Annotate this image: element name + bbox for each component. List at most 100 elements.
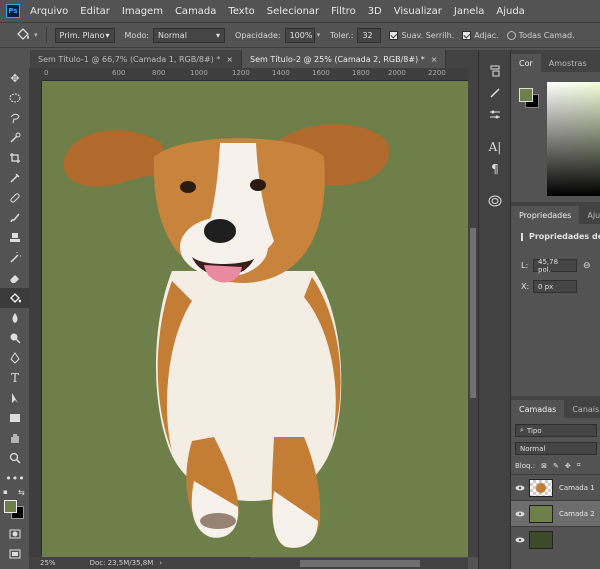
- more-tools-icon[interactable]: •••: [0, 468, 30, 488]
- lock-artboard-icon[interactable]: ⌗: [577, 461, 581, 470]
- doc-size: Doc: 23,5M/35,8M: [89, 559, 154, 567]
- contiguous-checkbox[interactable]: [462, 30, 472, 40]
- marquee-icon[interactable]: [0, 88, 30, 108]
- contiguous-label: Adjac.: [474, 30, 499, 40]
- eye-icon[interactable]: [511, 511, 529, 517]
- rectangle-icon[interactable]: [0, 408, 30, 428]
- dodge-icon[interactable]: [0, 328, 30, 348]
- layer-name: Camada 2: [559, 509, 595, 518]
- color-swatches[interactable]: ▪ ⇆: [0, 488, 30, 524]
- adjustments-icon[interactable]: [479, 104, 511, 126]
- all-layers-checkbox[interactable]: [506, 30, 516, 40]
- tab-camadas[interactable]: Camadas: [511, 400, 565, 418]
- paint-bucket-icon[interactable]: [12, 26, 34, 44]
- menu-camada[interactable]: Camada: [175, 6, 216, 17]
- ruler-tick: 800: [152, 69, 166, 77]
- beagle-image: [63, 124, 390, 548]
- pen-icon[interactable]: [0, 348, 30, 368]
- eraser-icon[interactable]: [0, 268, 30, 288]
- quick-mask-icon[interactable]: [0, 524, 30, 544]
- blur-icon[interactable]: [0, 308, 30, 328]
- menu-editar[interactable]: Editar: [80, 6, 110, 17]
- menu-ajuda[interactable]: Ajuda: [496, 6, 524, 17]
- layer-thumbnail: [529, 530, 553, 549]
- path-select-icon[interactable]: [0, 388, 30, 408]
- tab-amostras[interactable]: Amostras: [541, 54, 595, 72]
- menu-filtro[interactable]: Filtro: [331, 6, 356, 17]
- eyedropper-icon[interactable]: [0, 168, 30, 188]
- vertical-ruler: [30, 81, 42, 557]
- tab-sem-titulo-2[interactable]: Sem Título-2 @ 25% (Camada 2, RGB/8#) * …: [242, 50, 447, 68]
- paragraph-icon[interactable]: ¶: [479, 158, 511, 180]
- brush-settings-icon[interactable]: [479, 82, 511, 104]
- lasso-icon[interactable]: [0, 108, 30, 128]
- layer-thumbnail: [529, 478, 553, 497]
- foreground-color-swatch[interactable]: [4, 500, 17, 513]
- mode-dropdown[interactable]: Normal ▾: [152, 27, 225, 43]
- zoom-level[interactable]: 25%: [40, 559, 56, 567]
- quick-select-icon[interactable]: [0, 128, 30, 148]
- chevron-down-icon[interactable]: ▾: [34, 31, 38, 39]
- brush-icon[interactable]: [0, 208, 30, 228]
- menu-selecionar[interactable]: Selecionar: [267, 6, 319, 17]
- menu-texto[interactable]: Texto: [228, 6, 254, 17]
- layer-filter-dropdown[interactable]: ⌕ Tipo: [515, 424, 597, 437]
- antialias-checkbox[interactable]: [389, 30, 399, 40]
- history-icon[interactable]: [479, 60, 511, 82]
- document-tabs: Sem Título-1 @ 66,7% (Camada 1, RGB/8#) …: [30, 50, 478, 68]
- tab-cor[interactable]: Cor: [511, 54, 541, 72]
- opacity-input[interactable]: 100%: [284, 27, 315, 43]
- tab-canais[interactable]: Canais: [564, 400, 600, 418]
- menu-3d[interactable]: 3D: [368, 6, 382, 17]
- tolerance-input[interactable]: 32: [357, 27, 382, 43]
- menu-visualizar[interactable]: Visualizar: [394, 6, 442, 17]
- layer-row[interactable]: Camada 1: [511, 474, 600, 500]
- layer-row[interactable]: Camada 2: [511, 500, 600, 526]
- blend-mode-dropdown[interactable]: Normal: [515, 442, 597, 455]
- lock-position-icon[interactable]: ✥: [565, 462, 571, 470]
- fill-source-value: Prim. Plano: [59, 30, 105, 40]
- swap-colors-icon[interactable]: ⇆: [18, 488, 25, 497]
- menu-arquivo[interactable]: Arquivo: [30, 6, 68, 17]
- history-brush-icon[interactable]: [0, 248, 30, 268]
- horizontal-scrollbar[interactable]: [250, 558, 468, 569]
- opacity-value: 100%: [289, 30, 313, 40]
- type-icon[interactable]: T: [0, 368, 30, 388]
- vertical-scrollbar[interactable]: [468, 68, 478, 557]
- x-input[interactable]: 0 px: [533, 280, 577, 293]
- tab-sem-titulo-1[interactable]: Sem Título-1 @ 66,7% (Camada 1, RGB/8#) …: [30, 50, 243, 68]
- blend-mode-value: Normal: [520, 444, 546, 453]
- hand-icon[interactable]: [0, 428, 30, 448]
- screen-mode-icon[interactable]: [0, 544, 30, 564]
- scroll-thumb[interactable]: [300, 560, 420, 567]
- width-input[interactable]: 45,78 pol.: [533, 258, 577, 274]
- scroll-thumb[interactable]: [470, 228, 476, 398]
- character-icon[interactable]: A|: [479, 136, 511, 158]
- default-colors-icon[interactable]: ▪: [3, 488, 8, 496]
- chevron-right-icon[interactable]: ›: [159, 559, 162, 567]
- zoom-icon[interactable]: [0, 448, 30, 468]
- lock-transparency-icon[interactable]: ⊠: [541, 462, 547, 470]
- tab-ajustes[interactable]: Ajuste: [579, 206, 600, 224]
- libraries-icon[interactable]: [479, 190, 511, 212]
- foreground-color-swatch[interactable]: [519, 88, 533, 102]
- close-icon[interactable]: ×: [431, 55, 438, 64]
- stamp-icon[interactable]: [0, 228, 30, 248]
- crop-icon[interactable]: [0, 148, 30, 168]
- document-canvas[interactable]: [42, 81, 468, 557]
- menu-janela[interactable]: Janela: [454, 6, 484, 17]
- chevron-down-icon[interactable]: ▾: [317, 31, 321, 39]
- lock-paint-icon[interactable]: ✎: [553, 462, 559, 470]
- tab-propriedades[interactable]: Propriedades: [511, 206, 580, 224]
- healing-brush-icon[interactable]: [0, 188, 30, 208]
- paint-bucket-icon[interactable]: [0, 288, 30, 308]
- close-icon[interactable]: ×: [226, 55, 233, 64]
- fill-source-dropdown[interactable]: Prim. Plano ▾: [54, 27, 115, 43]
- link-icon[interactable]: ⊖: [583, 261, 591, 271]
- layer-row[interactable]: [511, 526, 600, 552]
- color-picker-field[interactable]: [547, 82, 600, 196]
- menu-imagem[interactable]: Imagem: [122, 6, 163, 17]
- eye-icon[interactable]: [511, 485, 529, 491]
- move-icon[interactable]: ✥: [0, 68, 30, 88]
- eye-icon[interactable]: [511, 537, 529, 543]
